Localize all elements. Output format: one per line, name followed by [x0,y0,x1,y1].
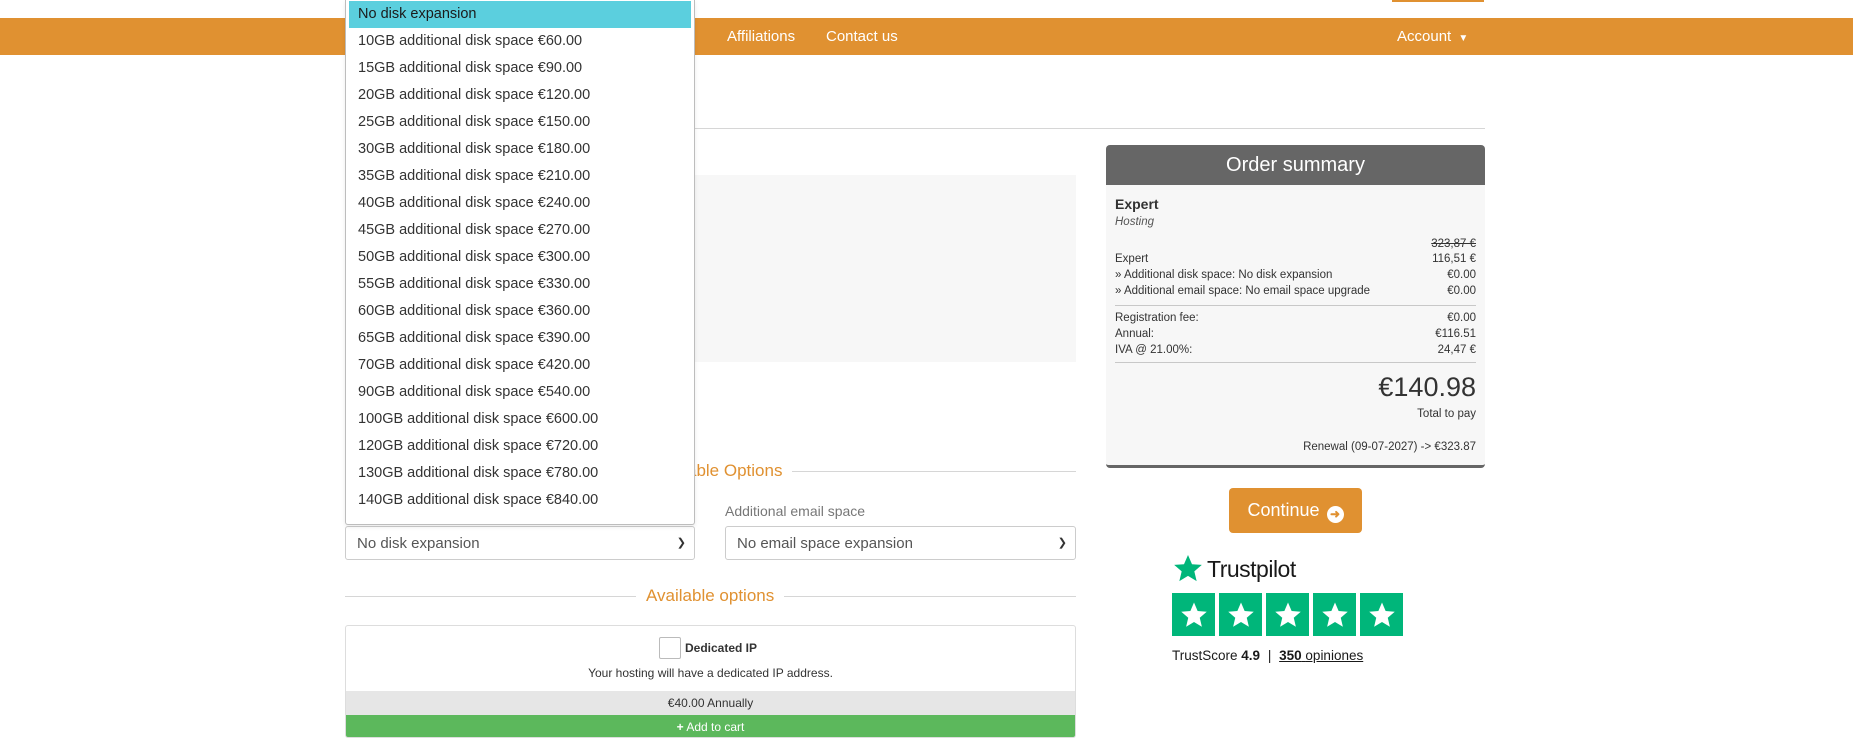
summary-divider [1115,305,1476,306]
dropdown-option[interactable]: 10GB additional disk space €60.00 [349,28,691,55]
summary-product-name: Expert [1115,196,1159,212]
dedicated-ip-name: Dedicated IP [685,641,758,655]
account-label: Account [1397,28,1452,45]
dropdown-option[interactable]: 55GB additional disk space €330.00 [349,271,691,298]
dedicated-ip-card: Dedicated IP Your hosting will have a de… [345,625,1076,738]
dropdown-option[interactable]: 60GB additional disk space €360.00 [349,298,691,325]
dedicated-ip-checkbox[interactable] [659,637,681,659]
dedicated-ip-price: €40.00 Annually [346,691,1075,715]
trustpilot-logo[interactable]: Trustpilot [1172,553,1332,585]
dropdown-option[interactable]: 130GB additional disk space €780.00 [349,460,691,487]
header-button-edge[interactable] [1392,0,1484,2]
dropdown-option[interactable]: 40GB additional disk space €240.00 [349,190,691,217]
summary-fee: Annual: €116.51 [1115,328,1476,340]
account-menu[interactable]: Account ▼ [1397,28,1468,45]
trustscore-label: TrustScore [1172,648,1238,663]
dropdown-option[interactable]: No disk expansion [349,1,691,28]
summary-total: €140.98 [1378,372,1476,402]
summary-product-group: Hosting [1115,216,1154,228]
chevron-down-icon: ❯ [676,537,686,549]
caret-down-icon: ▼ [1458,33,1469,44]
order-summary: Order summary Expert Hosting 323,87 € Ex… [1106,145,1485,468]
email-space-select[interactable]: No email space expansion ❯ [725,526,1076,560]
summary-divider [1115,362,1476,363]
star-icon [1172,593,1215,636]
arrow-right-circle-icon: ➜ [1326,506,1344,523]
dropdown-option[interactable]: 140GB additional disk space €840.00 [349,487,691,514]
trustscore-line: TrustScore 4.9 | 350 opiniones [1172,648,1363,663]
trustscore-value: 4.9 [1241,648,1261,663]
disk-space-select[interactable]: No disk expansion ❯ [345,526,695,560]
star-icon [1360,593,1403,636]
order-summary-title: Order summary [1106,145,1485,185]
main-navbar: s Affiliations Contact us Account ▼ [0,18,1853,55]
dropdown-option[interactable]: 15GB additional disk space €90.00 [349,55,691,82]
continue-label: Continue [1247,500,1320,520]
star-icon [1313,593,1356,636]
trustpilot-star-icon [1174,554,1202,582]
nav-item-contact[interactable]: Contact us [826,28,898,45]
dropdown-option[interactable]: 120GB additional disk space €720.00 [349,433,691,460]
trustscore-separator: | [1267,648,1272,663]
dropdown-option[interactable]: 35GB additional disk space €210.00 [349,163,691,190]
dropdown-option[interactable]: 100GB additional disk space €600.00 [349,406,691,433]
available-options-title: Available options [636,586,785,606]
reviews-link[interactable]: 350 opiniones [1279,648,1363,663]
add-to-cart-label: Add to cart [686,720,745,734]
dropdown-option[interactable]: 45GB additional disk space €270.00 [349,217,691,244]
dropdown-option[interactable]: 50GB additional disk space €300.00 [349,244,691,271]
dropdown-option[interactable]: 30GB additional disk space €180.00 [349,136,691,163]
summary-fee: IVA @ 21.00%: 24,47 € [1115,344,1476,356]
dropdown-option[interactable]: 25GB additional disk space €150.00 [349,109,691,136]
star-icon [1219,593,1262,636]
add-to-cart-button[interactable]: + Add to cart [346,715,1075,737]
disk-select-value: No disk expansion [357,535,480,552]
disk-space-dropdown: No disk expansion 10GB additional disk s… [345,0,695,525]
email-space-label: Additional email space [725,503,866,519]
dropdown-option[interactable]: 90GB additional disk space €540.00 [349,379,691,406]
summary-fee: Registration fee: €0.00 [1115,312,1476,324]
star-icon [1266,593,1309,636]
summary-line: » Additional disk space: No disk expansi… [1115,269,1476,281]
summary-total-label: Total to pay [1417,408,1476,420]
chevron-down-icon: ❯ [1057,537,1067,549]
config-options-title: able Options [687,461,793,481]
email-select-value: No email space expansion [737,535,913,552]
trustpilot-brand: Trustpilot [1207,556,1296,582]
dropdown-option[interactable]: 20GB additional disk space €120.00 [349,82,691,109]
plus-icon: + [676,720,684,734]
continue-button[interactable]: Continue ➜ [1229,488,1362,533]
nav-item-affiliations[interactable]: Affiliations [727,28,795,45]
summary-renewal: Renewal (09-07-2027) -> €323.87 [1303,441,1476,453]
summary-line: » Additional email space: No email space… [1115,285,1476,297]
dedicated-ip-description: Your hosting will have a dedicated IP ad… [588,666,833,680]
summary-line: Expert 116,51 € [1115,253,1476,265]
dropdown-option[interactable]: 65GB additional disk space €390.00 [349,325,691,352]
dropdown-option[interactable]: 70GB additional disk space €420.00 [349,352,691,379]
summary-old-price: 323,87 € [1431,238,1476,250]
